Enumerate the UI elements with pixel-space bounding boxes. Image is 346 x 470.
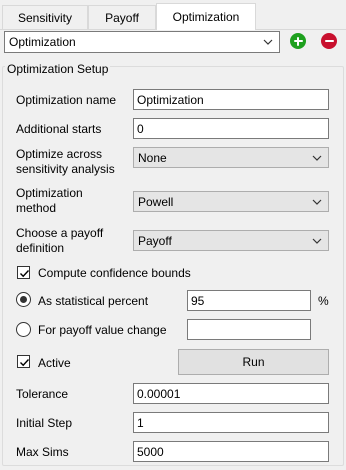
optimization-selector[interactable]: Optimization <box>4 31 280 53</box>
optimization-selector-value: Optimization <box>9 35 76 49</box>
optimization-method-value: Powell <box>138 194 174 209</box>
optimize-across-label-line2: sensitivity analysis <box>16 162 115 176</box>
add-optimization-button[interactable] <box>290 33 306 49</box>
optimize-across-label: Optimize across sensitivity analysis <box>16 147 115 177</box>
checkmark-icon <box>20 359 30 367</box>
payoff-definition-label-line2: definition <box>16 241 65 255</box>
payoff-value-change-input[interactable] <box>187 319 311 340</box>
minus-circle-icon <box>321 33 337 49</box>
initial-step-value: 1 <box>137 415 144 430</box>
confidence-bounds-label: Compute confidence bounds <box>38 266 191 280</box>
active-checkbox[interactable] <box>17 355 30 368</box>
tolerance-value: 0.00001 <box>137 386 181 401</box>
optimization-method-label-line2: method <box>16 201 57 215</box>
payoff-definition-select[interactable]: Payoff <box>133 230 329 251</box>
optimization-setup-title: Optimization Setup <box>5 62 111 76</box>
confidence-bounds-checkbox[interactable] <box>17 266 30 279</box>
max-sims-value: 5000 <box>137 444 164 459</box>
additional-starts-label: Additional starts <box>16 122 102 136</box>
remove-optimization-button[interactable] <box>321 33 337 49</box>
active-label: Active <box>38 356 71 370</box>
statistical-percent-radio[interactable] <box>16 292 31 307</box>
chevron-down-icon <box>312 155 322 161</box>
initial-step-label: Initial Step <box>16 416 73 430</box>
chevron-down-icon <box>263 39 273 45</box>
run-button-label: Run <box>242 355 265 369</box>
payoff-definition-value: Payoff <box>138 233 172 248</box>
chevron-down-icon <box>312 199 322 205</box>
tolerance-input[interactable]: 0.00001 <box>133 383 329 404</box>
payoff-value-change-label: For payoff value change <box>38 323 167 337</box>
payoff-definition-label: Choose a payoff definition <box>16 226 103 256</box>
chevron-down-icon <box>312 238 322 244</box>
tab-payoff-label: Payoff <box>105 10 139 25</box>
tab-payoff[interactable]: Payoff <box>88 5 156 29</box>
max-sims-label: Max Sims <box>16 445 69 459</box>
optimization-name-value: Optimization <box>137 92 204 107</box>
additional-starts-value: 0 <box>137 121 144 136</box>
statistical-percent-label: As statistical percent <box>38 294 149 308</box>
optimization-method-label: Optimization method <box>16 186 83 216</box>
optimization-name-input[interactable]: Optimization <box>133 89 329 110</box>
optimization-method-label-line1: Optimization <box>16 186 83 200</box>
tab-optimization[interactable]: Optimization <box>156 3 256 30</box>
statistical-percent-input[interactable]: 95 <box>187 290 311 311</box>
tab-sensitivity-label: Sensitivity <box>17 10 73 25</box>
payoff-value-change-radio[interactable] <box>16 322 31 337</box>
percent-unit-label: % <box>318 294 329 308</box>
run-button[interactable]: Run <box>178 349 329 375</box>
additional-starts-input[interactable]: 0 <box>133 118 329 139</box>
optimization-method-select[interactable]: Powell <box>133 191 329 212</box>
optimization-name-label: Optimization name <box>16 93 117 107</box>
initial-step-input[interactable]: 1 <box>133 412 329 433</box>
payoff-definition-label-line1: Choose a payoff <box>16 226 104 240</box>
statistical-percent-value: 95 <box>191 293 205 308</box>
tab-optimization-label: Optimization <box>172 10 240 24</box>
plus-circle-icon <box>290 33 306 49</box>
tab-sensitivity[interactable]: Sensitivity <box>2 5 88 29</box>
optimize-across-select[interactable]: None <box>133 147 329 168</box>
optimize-across-value: None <box>138 150 167 165</box>
radio-selected-dot <box>20 296 27 303</box>
max-sims-input[interactable]: 5000 <box>133 441 329 462</box>
checkmark-icon <box>20 270 30 278</box>
optimize-across-label-line1: Optimize across <box>16 147 103 161</box>
tolerance-label: Tolerance <box>16 387 69 401</box>
